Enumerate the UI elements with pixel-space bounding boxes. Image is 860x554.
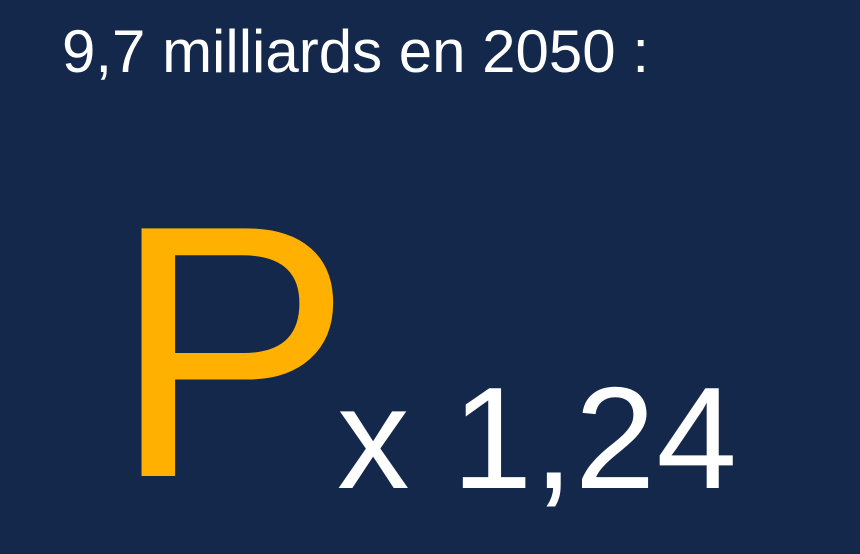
multiplier-value: x 1,24: [337, 357, 738, 519]
population-variable: P: [112, 151, 353, 553]
headline: 9,7 milliards en 2050 :: [62, 18, 649, 85]
slide: 9,7 milliards en 2050 : P x 1,24: [0, 0, 860, 554]
